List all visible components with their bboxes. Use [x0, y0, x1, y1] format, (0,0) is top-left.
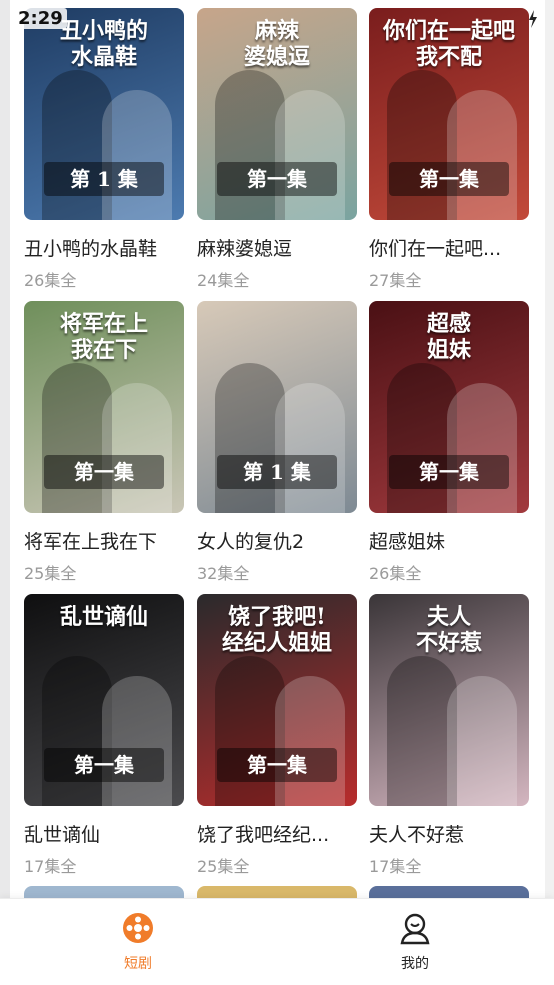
cover-title-art: 超感 姐妹 [426, 311, 471, 363]
drama-title[interactable]: 麻辣婆媳逗 [197, 234, 357, 261]
drama-card[interactable]: 第 1 集女人的复仇2 32集全 [197, 301, 357, 584]
cover-title-art: 麻辣 婆媳逗 [243, 18, 310, 70]
cover-figure [275, 676, 345, 806]
drama-card[interactable]: 麻辣 婆媳逗第一集麻辣婆媳逗 24集全 [197, 8, 357, 291]
drama-cover-image[interactable]: 饶了我吧! 经纪人姐姐第一集 [197, 594, 357, 806]
right-edge [545, 0, 554, 984]
drama-title[interactable]: 饶了我吧经纪... [197, 820, 357, 847]
drama-title[interactable]: 将军在上我在下 [24, 527, 184, 554]
drama-title[interactable]: 丑小鸭的水晶鞋 [24, 234, 184, 261]
cover-episode-banner: 第一集 [389, 455, 509, 489]
cover-title-art: 你们在一起吧 我不配 [382, 18, 515, 70]
cover-figure [102, 383, 172, 513]
tab-short-drama[interactable]: 短剧 [78, 911, 198, 973]
cover-figure [275, 90, 345, 220]
episode-count: 27集全 [369, 271, 422, 290]
cover-title-art: 乱世谪仙 [59, 604, 148, 630]
film-reel-icon [123, 913, 153, 943]
episode-count: 17集全 [369, 857, 422, 876]
drama-card[interactable]: 丑小鸭的 水晶鞋第 1 集丑小鸭的水晶鞋 26集全 [24, 8, 184, 291]
tab-mine-label: 我的 [401, 956, 429, 972]
cover-title-art: 夫人 不好惹 [415, 604, 482, 656]
drama-card[interactable]: 饶了我吧! 经纪人姐姐第一集饶了我吧经纪... 25集全 [197, 594, 357, 877]
drama-title[interactable]: 你们在一起吧... [369, 234, 529, 261]
drama-cover-image[interactable]: 你们在一起吧 我不配第一集 [369, 8, 529, 220]
drama-card[interactable]: 你们在一起吧 我不配第一集你们在一起吧... 27集全 [369, 8, 529, 291]
left-edge [0, 0, 10, 984]
episode-count: 26集全 [24, 271, 77, 290]
episode-count: 32集全 [197, 564, 250, 583]
cover-figure [102, 676, 172, 806]
drama-title[interactable]: 超感姐妹 [369, 527, 529, 554]
status-time: 2:29 [14, 8, 67, 29]
drama-cover-image[interactable]: 乱世谪仙 第一集 [24, 594, 184, 806]
user-icon [400, 913, 430, 945]
drama-cover-image[interactable]: 第 1 集 [197, 301, 357, 513]
drama-card[interactable]: 乱世谪仙 第一集 乱世谪仙 17集全 [24, 594, 184, 877]
battery-charging-icon [529, 10, 537, 28]
cover-figure [102, 90, 172, 220]
drama-cover-image[interactable]: 夫人 不好惹 [369, 594, 529, 806]
cover-episode-banner: 第一集 [389, 162, 509, 196]
drama-cover-image[interactable]: 丑小鸭的 水晶鞋第 1 集 [24, 8, 184, 220]
drama-card[interactable]: 将军在上 我在下第一集将军在上我在下 25集全 [24, 301, 184, 584]
episode-count: 24集全 [197, 271, 250, 290]
bottom-tab-bar: 短剧 我的 [0, 898, 554, 985]
episode-count: 26集全 [369, 564, 422, 583]
tab-mine[interactable]: 我的 [355, 911, 475, 973]
cover-figure [447, 676, 517, 806]
drama-title[interactable]: 乱世谪仙 [24, 820, 184, 847]
cover-episode-banner: 第一集 [44, 455, 164, 489]
cover-title-art: 将军在上 我在下 [59, 311, 148, 363]
drama-card[interactable]: 夫人 不好惹夫人不好惹 17集全 [369, 594, 529, 877]
drama-cover-image[interactable]: 麻辣 婆媳逗 第一集 [197, 8, 357, 220]
cover-figure [275, 383, 345, 513]
cover-episode-banner: 第 1 集 [217, 455, 337, 489]
drama-cover-image[interactable]: 超感 姐妹 第一集 [369, 301, 529, 513]
drama-title[interactable]: 夫人不好惹 [369, 820, 529, 847]
drama-cover-image[interactable]: 将军在上 我在下第一集 [24, 301, 184, 513]
drama-card[interactable]: 超感 姐妹第一集超感姐妹 26集全 [369, 301, 529, 584]
cover-episode-banner: 第一集 [44, 748, 164, 782]
episode-count: 25集全 [24, 564, 77, 583]
cover-figure [447, 90, 517, 220]
episode-count: 17集全 [24, 857, 77, 876]
cover-title-art: 饶了我吧! 经纪人姐姐 [221, 604, 332, 656]
episode-count: 25集全 [197, 857, 250, 876]
tab-short-drama-label: 短剧 [124, 956, 152, 972]
drama-title[interactable]: 女人的复仇2 [197, 527, 357, 554]
cover-episode-banner: 第 1 集 [44, 162, 164, 196]
cover-figure [447, 383, 517, 513]
cover-episode-banner: 第一集 [217, 748, 337, 782]
cover-episode-banner: 第一集 [217, 162, 337, 196]
